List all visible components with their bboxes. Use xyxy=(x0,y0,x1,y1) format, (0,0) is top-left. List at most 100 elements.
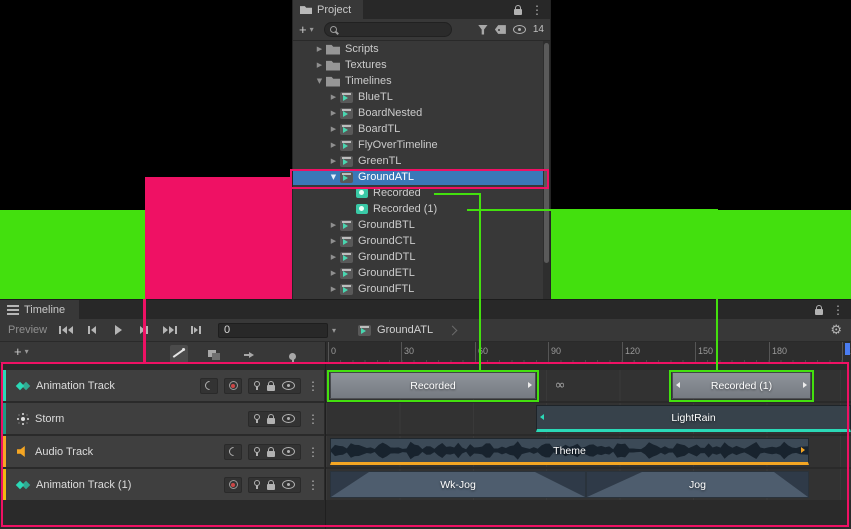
foldout-arrow[interactable]: ▶ xyxy=(327,285,340,293)
pin-icon[interactable] xyxy=(254,381,260,387)
foldout-arrow[interactable]: ▶ xyxy=(313,45,326,53)
pin-icon[interactable] xyxy=(254,447,260,453)
settings-gear-icon[interactable]: ⚙ xyxy=(830,324,842,337)
go-to-start-button[interactable] xyxy=(54,322,78,338)
lock-icon[interactable] xyxy=(267,484,275,490)
tree-item-groundftl[interactable]: ▶GroundFTL xyxy=(293,281,543,297)
tree-item-boardtl[interactable]: ▶BoardTL xyxy=(293,121,543,137)
lock-icon[interactable] xyxy=(267,451,275,457)
time-ruler[interactable]: 0 30 60 90 120 150 180 210 xyxy=(325,342,851,364)
tree-item-label: Recorded (1) xyxy=(373,203,437,215)
record-button[interactable] xyxy=(224,378,242,394)
tree-item-boardnested[interactable]: ▶BoardNested xyxy=(293,105,543,121)
tree-item-groundbtl[interactable]: ▶GroundBTL xyxy=(293,217,543,233)
foldout-arrow[interactable]: ▶ xyxy=(327,109,340,117)
foldout-arrow[interactable]: ▶ xyxy=(327,157,340,165)
timeline-tabbar: Timeline ⋮ xyxy=(0,300,851,319)
mix-mode-icon xyxy=(208,350,220,360)
kebab-menu-icon[interactable]: ⋮ xyxy=(307,380,319,392)
next-frame-button[interactable] xyxy=(132,322,156,338)
track-header-animation-track-1[interactable]: Animation Track (1) ⋮ xyxy=(2,469,324,500)
foldout-arrow[interactable]: ▼ xyxy=(327,173,340,181)
tree-item-recorded[interactable]: Recorded xyxy=(293,185,543,201)
pin-icon[interactable] xyxy=(254,480,260,486)
go-to-end-button[interactable] xyxy=(158,322,182,338)
foldout-arrow[interactable]: ▼ xyxy=(313,77,326,85)
clip-label: Recorded (1) xyxy=(711,380,772,392)
hidden-count-eye-icon[interactable] xyxy=(513,25,526,34)
track-toggle-group xyxy=(248,411,301,427)
tab-project[interactable]: Project xyxy=(293,0,363,19)
eye-icon[interactable] xyxy=(282,480,295,489)
foldout-arrow[interactable]: ▶ xyxy=(327,237,340,245)
clip-recorded[interactable]: Recorded xyxy=(330,372,536,399)
tree-item-flyovertimeline[interactable]: ▶FlyOverTimeline xyxy=(293,137,543,153)
clip-wk-jog[interactable]: Wk-Jog xyxy=(330,471,586,498)
lock-icon[interactable] xyxy=(514,9,522,15)
eye-icon[interactable] xyxy=(282,381,295,390)
foldout-arrow[interactable]: ▶ xyxy=(327,141,340,149)
pin-icon[interactable] xyxy=(254,414,260,420)
curves-toggle-button[interactable] xyxy=(200,378,218,394)
lock-icon[interactable] xyxy=(815,309,823,315)
tree-item-recorded-1[interactable]: Recorded (1) xyxy=(293,201,543,217)
play-range-button[interactable] xyxy=(184,322,208,338)
marker-toggle-button[interactable] xyxy=(289,347,296,365)
kebab-menu-icon[interactable]: ⋮ xyxy=(531,4,543,16)
search-by-label-icon[interactable] xyxy=(495,24,506,35)
play-button[interactable] xyxy=(106,322,130,338)
create-asset-button[interactable]: + ▾ xyxy=(299,23,314,36)
clip-curves-toggle[interactable] xyxy=(170,345,188,365)
curves-toggle-button[interactable] xyxy=(224,444,242,460)
ripple-mode-button[interactable] xyxy=(244,347,256,365)
mix-mode-button[interactable] xyxy=(208,347,220,365)
tab-timeline[interactable]: Timeline xyxy=(0,300,79,319)
blend-out-wedge xyxy=(535,472,585,497)
tree-item-greentl[interactable]: ▶GreenTL xyxy=(293,153,543,169)
preview-toggle[interactable]: Preview xyxy=(8,324,54,336)
foldout-arrow[interactable]: ▶ xyxy=(327,93,340,101)
add-track-button[interactable]: + ▾ xyxy=(14,345,29,358)
clip-jog[interactable]: Jog xyxy=(586,471,809,498)
previous-frame-button[interactable] xyxy=(80,322,104,338)
tree-item-scripts[interactable]: ▶Scripts xyxy=(293,41,543,57)
record-button[interactable] xyxy=(224,477,242,493)
kebab-menu-icon[interactable]: ⋮ xyxy=(832,304,844,316)
scrollbar-thumb[interactable] xyxy=(544,43,549,263)
search-box[interactable] xyxy=(324,22,452,37)
foldout-arrow[interactable]: ▶ xyxy=(327,253,340,261)
search-input[interactable] xyxy=(340,23,446,36)
tree-item-label: Timelines xyxy=(345,75,392,87)
track-header-animation-track[interactable]: Animation Track ⋮ xyxy=(2,370,324,401)
kebab-menu-icon[interactable]: ⋮ xyxy=(307,446,319,458)
foldout-arrow[interactable]: ▶ xyxy=(327,125,340,133)
timeline-asset-icon xyxy=(340,172,353,183)
eye-icon[interactable] xyxy=(282,414,295,423)
tree-item-groundetl[interactable]: ▶GroundETL xyxy=(293,265,543,281)
foldout-arrow[interactable]: ▶ xyxy=(313,61,326,69)
clip-recorded-1[interactable]: Recorded (1) xyxy=(672,372,811,399)
tree-item-groundatl-selected[interactable]: ▼GroundATL xyxy=(293,169,543,185)
track-header-audio-track[interactable]: Audio Track ⋮ xyxy=(2,436,324,467)
kebab-menu-icon[interactable]: ⋮ xyxy=(307,413,319,425)
scrollbar[interactable] xyxy=(543,41,550,299)
tree-item-grounddtl[interactable]: ▶GroundDTL xyxy=(293,249,543,265)
tree-item-bluetl[interactable]: ▶BlueTL xyxy=(293,89,543,105)
frame-field[interactable]: 0 xyxy=(218,323,328,338)
tree-item-timelines[interactable]: ▼ Timelines xyxy=(293,73,543,89)
clip-theme[interactable]: Theme xyxy=(330,438,809,465)
tree-item-textures[interactable]: ▶Textures xyxy=(293,57,543,73)
search-by-type-icon[interactable] xyxy=(478,25,488,35)
lock-icon[interactable] xyxy=(267,418,275,424)
track-color-stripe xyxy=(2,436,6,467)
kebab-menu-icon[interactable]: ⋮ xyxy=(307,479,319,491)
foldout-arrow[interactable]: ▶ xyxy=(327,221,340,229)
foldout-arrow[interactable]: ▶ xyxy=(327,269,340,277)
lock-icon[interactable] xyxy=(267,385,275,391)
tree-item-groundctl[interactable]: ▶GroundCTL xyxy=(293,233,543,249)
clip-lightrain[interactable]: LightRain xyxy=(536,405,851,432)
eye-icon[interactable] xyxy=(282,447,295,456)
track-header-storm[interactable]: Storm ⋮ xyxy=(2,403,324,434)
breadcrumb[interactable]: GroundATL xyxy=(358,324,456,336)
frame-field-caret-icon[interactable]: ▾ xyxy=(332,326,336,335)
